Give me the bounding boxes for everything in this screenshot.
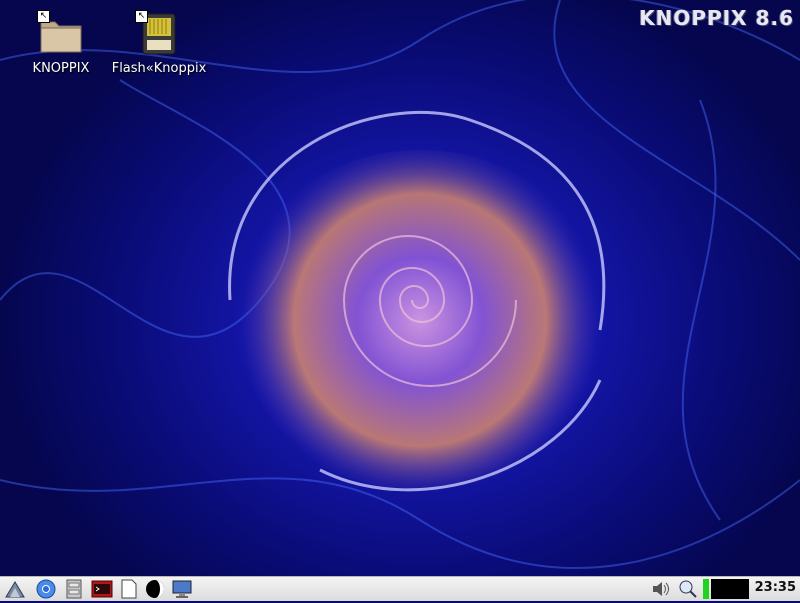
desktop[interactable]: KNOPPIX 8.6 ↖ KNOPPIX ↖ Flash«Knoppix bbox=[0, 0, 800, 576]
cpu-meter bbox=[703, 579, 709, 599]
shortcut-arrow-icon: ↖ bbox=[135, 10, 148, 23]
start-menu-icon[interactable] bbox=[4, 579, 26, 599]
knoppix-version-label: KNOPPIX 8.6 bbox=[639, 6, 794, 30]
shutdown-icon[interactable] bbox=[144, 579, 166, 599]
folder-icon: ↖ bbox=[37, 10, 85, 58]
monitor-icon[interactable] bbox=[171, 579, 193, 599]
clock[interactable]: 23:35 bbox=[755, 580, 796, 595]
terminal-icon[interactable] bbox=[91, 579, 113, 599]
sd-card-icon: ↖ bbox=[135, 10, 183, 58]
text-document-icon[interactable] bbox=[118, 579, 140, 599]
network-search-icon[interactable] bbox=[677, 579, 699, 599]
wallpaper-swirl bbox=[0, 0, 800, 569]
file-cabinet-icon[interactable] bbox=[63, 579, 85, 599]
shortcut-arrow-icon: ↖ bbox=[37, 10, 50, 23]
desktop-icon-label: KNOPPIX bbox=[32, 61, 90, 76]
workspace-pager[interactable] bbox=[711, 579, 749, 599]
volume-icon[interactable] bbox=[650, 579, 672, 599]
desktop-icon-label: Flash«Knoppix bbox=[111, 61, 207, 76]
desktop-icon-flash-knoppix[interactable]: ↖ Flash«Knoppix bbox=[104, 10, 214, 76]
taskbar: 23:35 bbox=[0, 576, 800, 601]
desktop-icon-knoppix[interactable]: ↖ KNOPPIX bbox=[6, 10, 116, 76]
chromium-icon[interactable] bbox=[35, 579, 57, 599]
